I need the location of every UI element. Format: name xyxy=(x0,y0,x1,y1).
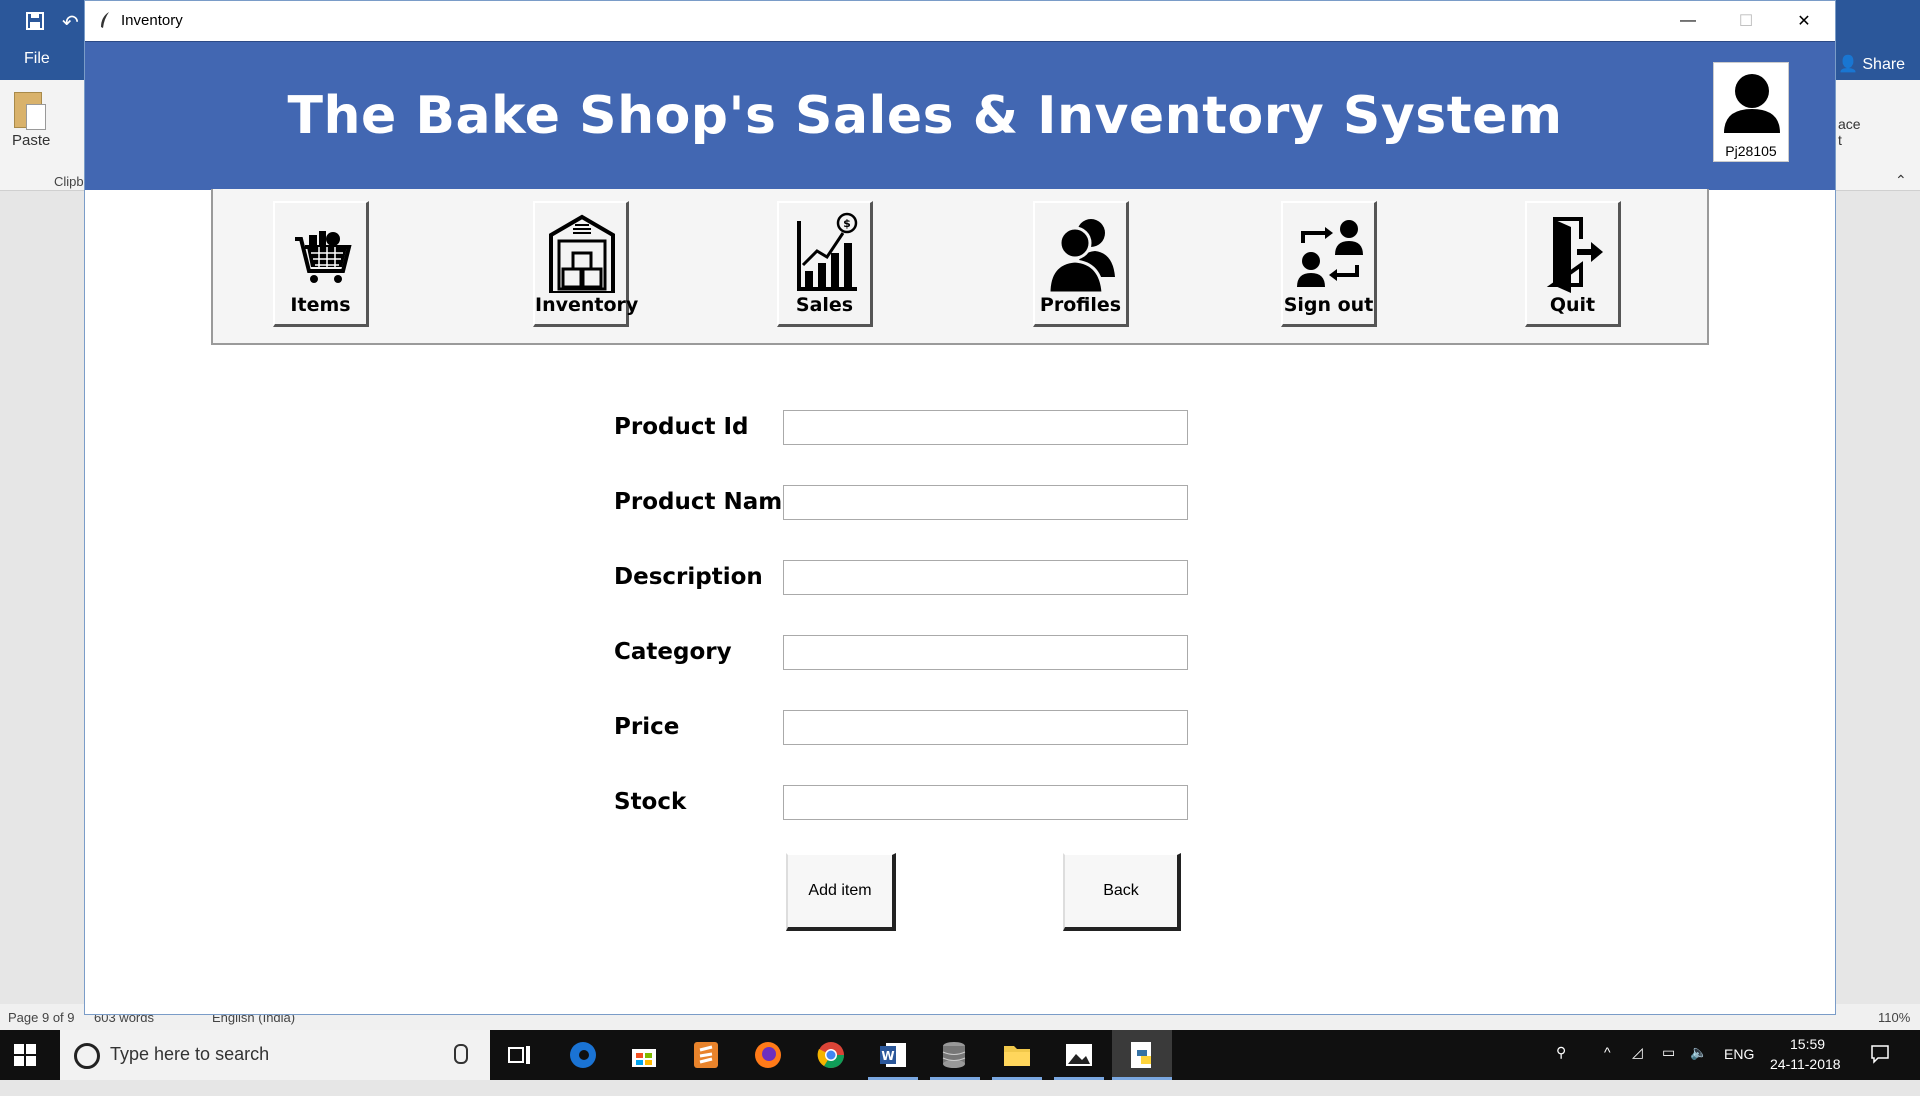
price-label: Price xyxy=(614,714,680,740)
tk-feather-icon xyxy=(101,12,109,28)
start-icon[interactable] xyxy=(14,1044,36,1066)
zoom-level[interactable]: 110% xyxy=(1878,1010,1910,1025)
python-taskbar-button[interactable] xyxy=(1112,1030,1172,1080)
share-label: Share xyxy=(1862,56,1906,73)
store-icon[interactable] xyxy=(627,1038,661,1072)
clock-date[interactable]: 24-11-2018 xyxy=(1770,1056,1841,1072)
username-label: Pj28105 xyxy=(1725,143,1777,159)
undo-icon[interactable]: ↶ xyxy=(62,10,79,35)
nav-profiles-button[interactable]: Profiles xyxy=(1033,201,1129,327)
file-explorer-icon[interactable] xyxy=(1000,1038,1034,1072)
warehouse-icon xyxy=(549,214,615,293)
page-title: The Bake Shop's Sales & Inventory System xyxy=(287,86,1563,146)
taskbar: Type here to search W ⚲ ^ ◿ ▭ 🔈 ENG 15:5… xyxy=(0,1030,1920,1080)
inventory-window: Inventory — ☐ ✕ The Bake Shop's Sales & … xyxy=(84,0,1836,1015)
file-tab[interactable]: File xyxy=(24,50,50,68)
product-name-label: Product Name xyxy=(614,489,798,515)
header-banner: The Bake Shop's Sales & Inventory System… xyxy=(85,41,1835,190)
ribbon-right-text: ace t xyxy=(1838,116,1861,148)
word-icon[interactable]: W xyxy=(876,1038,910,1072)
maximize-button[interactable]: ☐ xyxy=(1717,1,1775,41)
product-id-label: Product Id xyxy=(614,414,749,440)
description-input[interactable] xyxy=(783,560,1188,595)
product-name-input[interactable] xyxy=(783,485,1188,520)
user-profile-button[interactable]: Pj28105 xyxy=(1713,62,1789,162)
clock-time[interactable]: 15:59 xyxy=(1790,1036,1825,1052)
nav-items-button[interactable]: Items xyxy=(273,201,369,327)
volume-icon[interactable]: 🔈 xyxy=(1690,1044,1707,1094)
nav-label: Inventory xyxy=(535,294,639,316)
svg-text:W: W xyxy=(881,1049,894,1063)
nav-sign-out-button[interactable]: Sign out xyxy=(1281,201,1377,327)
people-icon[interactable]: ⚲ xyxy=(1556,1044,1566,1094)
description-label: Description xyxy=(614,564,763,590)
category-label: Category xyxy=(614,639,732,665)
nav-sales-button[interactable]: $ Sales xyxy=(777,201,873,327)
taskbar-search[interactable]: Type here to search xyxy=(60,1030,490,1080)
collapse-ribbon-icon[interactable]: ⌃ xyxy=(1895,172,1907,189)
nav-inventory-button[interactable]: Inventory xyxy=(533,201,639,327)
minimize-button[interactable]: — xyxy=(1659,1,1717,41)
photos-icon[interactable] xyxy=(1062,1038,1096,1072)
nav-label: Items xyxy=(290,294,351,316)
nav-label: Sign out xyxy=(1283,294,1374,316)
action-center-icon[interactable] xyxy=(1870,1044,1890,1094)
network-icon[interactable]: ◿ xyxy=(1632,1044,1643,1094)
page-count: Page 9 of 9 xyxy=(8,1010,75,1025)
paste-label[interactable]: Paste xyxy=(12,132,50,149)
input-language[interactable]: ENG xyxy=(1724,1046,1754,1096)
shopping-cart-icon xyxy=(295,231,352,283)
battery-icon[interactable]: ▭ xyxy=(1662,1044,1675,1094)
cortana-icon xyxy=(74,1043,100,1069)
add-item-button[interactable]: Add item xyxy=(786,853,896,931)
svg-text:$: $ xyxy=(843,217,851,230)
show-hidden-icons-icon[interactable]: ^ xyxy=(1604,1044,1611,1094)
category-input[interactable] xyxy=(783,635,1188,670)
stock-label: Stock xyxy=(614,789,687,815)
close-button[interactable]: ✕ xyxy=(1775,1,1833,41)
switch-user-icon xyxy=(1297,220,1363,287)
clipboard-group-label: Clipb xyxy=(54,174,84,189)
sublime-icon[interactable] xyxy=(689,1038,723,1072)
share-button[interactable]: 👤 Share xyxy=(1838,54,1905,74)
back-button[interactable]: Back xyxy=(1063,853,1181,931)
price-input[interactable] xyxy=(783,710,1188,745)
window-titlebar: Inventory — ☐ ✕ xyxy=(85,1,1835,41)
chrome-icon[interactable] xyxy=(814,1038,848,1072)
user-avatar-icon xyxy=(1724,74,1780,133)
nav-quit-button[interactable]: Quit xyxy=(1525,201,1621,327)
task-view-icon[interactable] xyxy=(503,1038,537,1072)
window-title: Inventory xyxy=(121,12,183,29)
stock-input[interactable] xyxy=(783,785,1188,820)
firefox-icon[interactable] xyxy=(751,1038,785,1072)
nav-label: Quit xyxy=(1549,294,1596,316)
profiles-icon xyxy=(1047,219,1115,293)
microphone-icon[interactable] xyxy=(454,1044,468,1064)
edge-icon[interactable] xyxy=(566,1038,600,1072)
save-icon[interactable] xyxy=(26,12,44,30)
main-navigation: Items Inventory $ Sales Profiles Sign ou… xyxy=(211,189,1709,345)
nav-label: Sales xyxy=(795,294,854,316)
sales-chart-icon: $ xyxy=(797,212,858,291)
exit-door-icon xyxy=(1546,217,1603,293)
paste-icon[interactable] xyxy=(8,88,52,168)
product-id-input[interactable] xyxy=(783,410,1188,445)
nav-label: Profiles xyxy=(1039,294,1122,316)
search-placeholder: Type here to search xyxy=(110,1044,270,1064)
database-icon[interactable] xyxy=(937,1038,971,1072)
python-icon xyxy=(1125,1038,1159,1072)
